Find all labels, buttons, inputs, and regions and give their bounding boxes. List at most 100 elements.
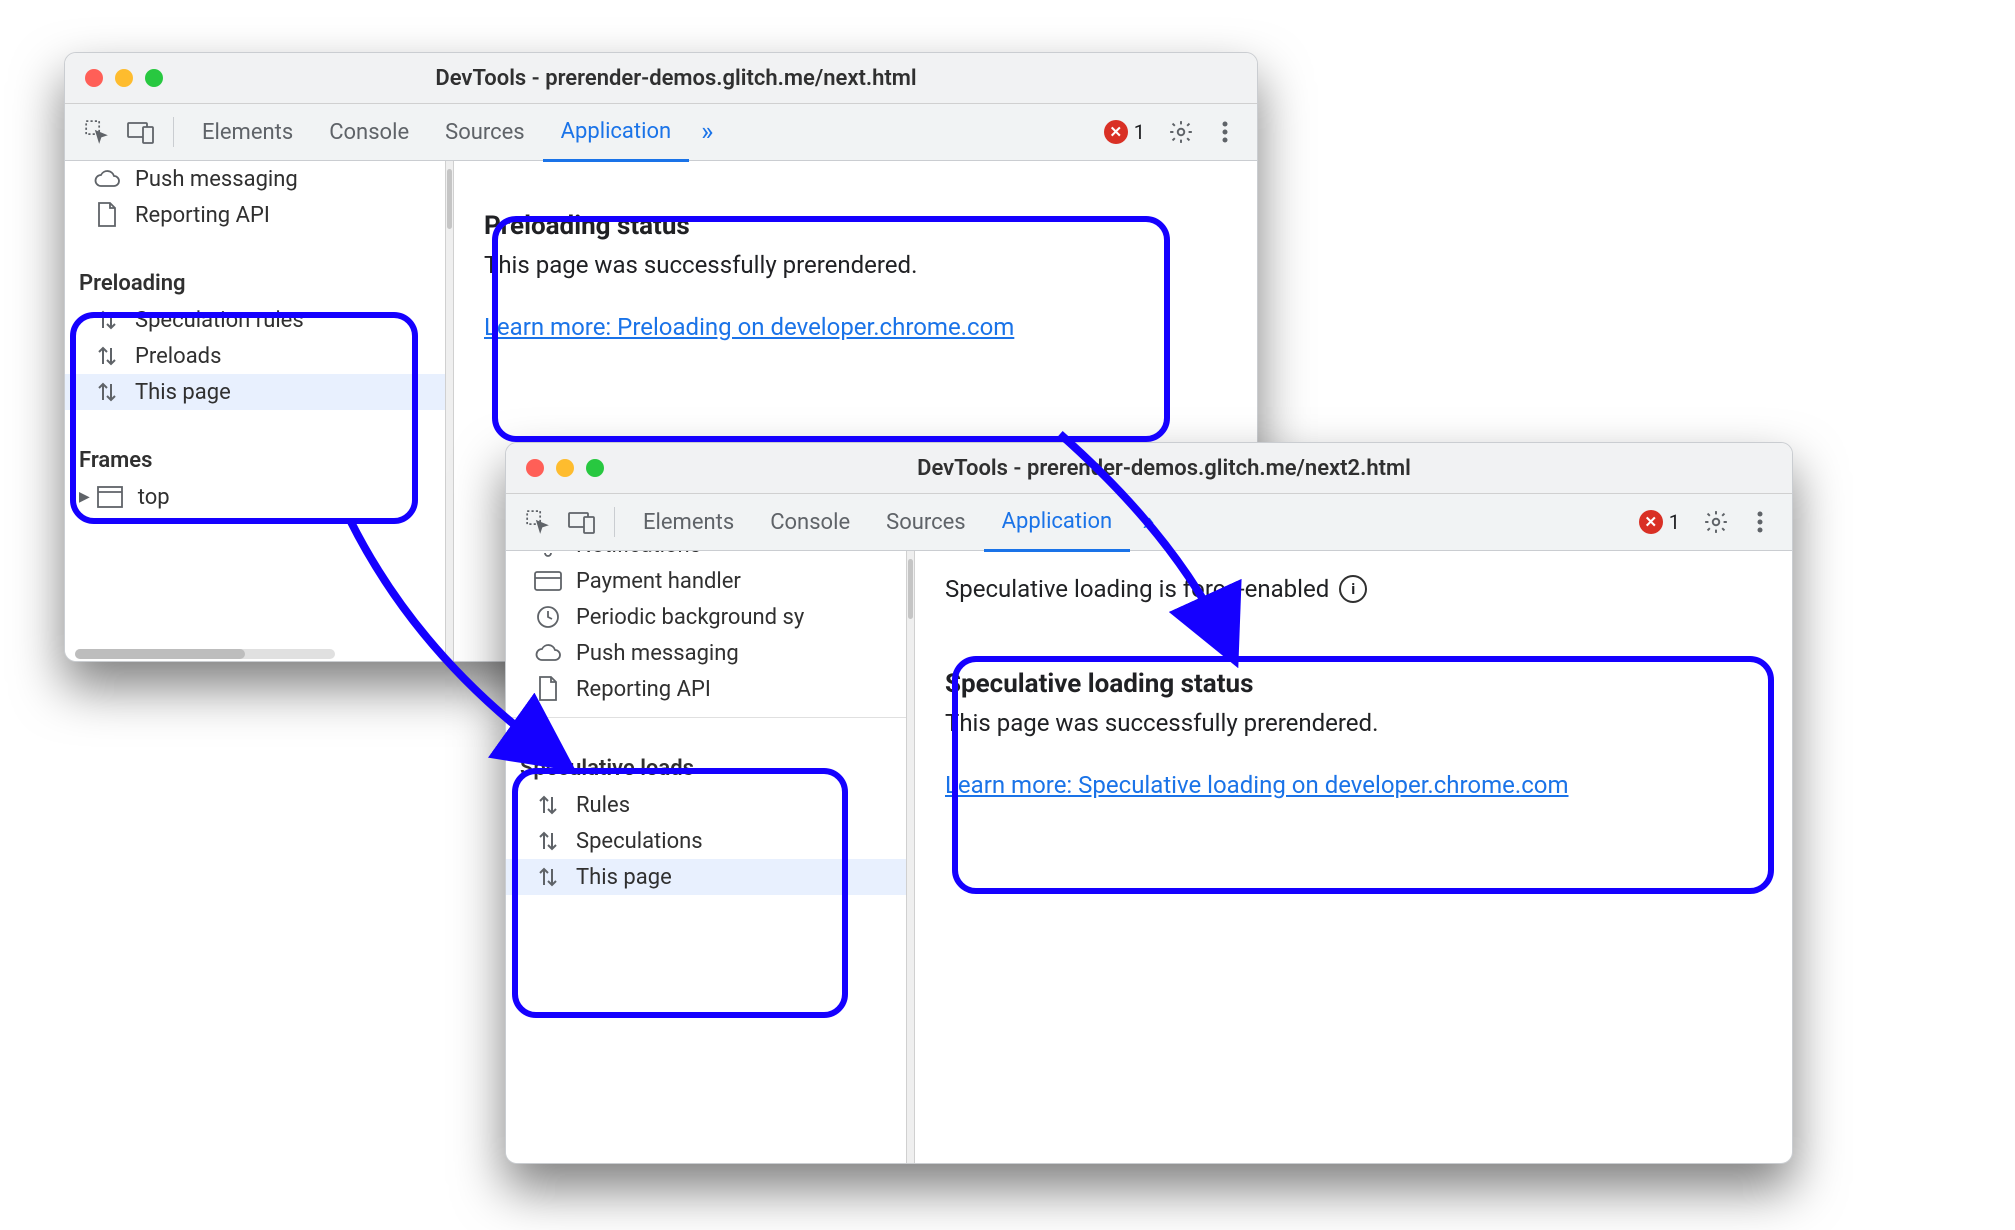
settings-gear-icon[interactable] <box>1163 114 1199 150</box>
window-minimize-button[interactable] <box>556 459 574 477</box>
arrows-updown-icon <box>93 378 121 406</box>
sidebar-item-label: Speculation rules <box>135 308 304 333</box>
force-enabled-status: Speculative loading is force-enabled i <box>945 575 1762 603</box>
tab-console[interactable]: Console <box>311 104 427 160</box>
sidebar-item-speculations[interactable]: Speculations <box>506 823 906 859</box>
pane-resizer[interactable] <box>445 161 454 662</box>
error-count[interactable]: ✕ 1 <box>1639 510 1680 534</box>
sidebar-item-label: Reporting API <box>135 203 270 228</box>
kebab-menu-icon[interactable] <box>1742 504 1778 540</box>
preloading-status-heading: Preloading status <box>484 211 1227 241</box>
speculative-loading-status-text: This page was successfully prerendered. <box>945 709 1762 737</box>
learn-more-link[interactable]: Learn more: Preloading on developer.chro… <box>484 313 1014 341</box>
sidebar-item-label: This page <box>576 865 672 890</box>
tab-elements[interactable]: Elements <box>625 494 752 550</box>
more-tabs-button[interactable]: » <box>689 117 725 147</box>
sidebar-item-payment-handler[interactable]: Payment handler <box>506 563 906 599</box>
tab-application[interactable]: Application <box>984 493 1130 552</box>
clock-icon <box>534 603 562 631</box>
titlebar: DevTools - prerender-demos.glitch.me/nex… <box>506 443 1792 494</box>
cloud-icon <box>534 639 562 667</box>
info-icon[interactable]: i <box>1339 575 1367 603</box>
window-frame-icon <box>96 483 124 511</box>
inspect-element-icon[interactable] <box>520 504 556 540</box>
learn-more-link[interactable]: Learn more: Speculative loading on devel… <box>945 771 1569 799</box>
sidebar-item-notifications[interactable]: Notifications <box>506 551 906 563</box>
pane-resizer[interactable] <box>906 551 915 1164</box>
sidebar-item-reporting-api[interactable]: Reporting API <box>65 197 445 233</box>
sidebar-section-frames[interactable]: Frames <box>65 440 445 479</box>
window-zoom-button[interactable] <box>586 459 604 477</box>
device-toolbar-icon[interactable] <box>564 504 600 540</box>
devtools-window-2: DevTools - prerender-demos.glitch.me/nex… <box>505 442 1793 1164</box>
devtools-toolbar: Elements Console Sources Application » ✕… <box>65 104 1257 161</box>
sidebar-item-label: This page <box>135 380 231 405</box>
separator <box>614 507 615 537</box>
tab-console[interactable]: Console <box>752 494 868 550</box>
arrows-updown-icon <box>534 827 562 855</box>
sidebar-item-push-messaging[interactable]: Push messaging <box>65 161 445 197</box>
tab-sources[interactable]: Sources <box>427 104 543 160</box>
sidebar-item-this-page[interactable]: This page <box>65 374 445 410</box>
preloading-status-text: This page was successfully prerendered. <box>484 251 1227 279</box>
status-text: Speculative loading is force-enabled <box>945 575 1329 603</box>
sidebar-item-label: Periodic background sy <box>576 605 804 630</box>
sidebar-item-top-frame[interactable]: ▶ top <box>65 479 445 515</box>
sidebar-item-reporting-api[interactable]: Reporting API <box>506 671 906 707</box>
sidebar-item-label: Push messaging <box>576 641 739 666</box>
tab-application[interactable]: Application <box>543 103 689 162</box>
more-tabs-button[interactable]: » <box>1130 507 1166 537</box>
disclosure-triangle-icon: ▶ <box>79 489 90 505</box>
sidebar-item-preloads[interactable]: Preloads <box>65 338 445 374</box>
sidebar-item-rules[interactable]: Rules <box>506 787 906 823</box>
sidebar-section-preloading[interactable]: Preloading <box>65 263 445 302</box>
window-minimize-button[interactable] <box>115 69 133 87</box>
error-count[interactable]: ✕ 1 <box>1104 120 1145 144</box>
device-toolbar-icon[interactable] <box>123 114 159 150</box>
sidebar-item-label: Rules <box>576 793 630 818</box>
error-icon: ✕ <box>1104 120 1128 144</box>
titlebar: DevTools - prerender-demos.glitch.me/nex… <box>65 53 1257 104</box>
kebab-menu-icon[interactable] <box>1207 114 1243 150</box>
canvas: DevTools - prerender-demos.glitch.me/nex… <box>0 0 2015 1230</box>
window-close-button[interactable] <box>526 459 544 477</box>
bell-icon <box>534 551 562 559</box>
devtools-body: Notifications Payment handler Periodic b… <box>506 551 1792 1164</box>
tab-sources[interactable]: Sources <box>868 494 984 550</box>
horizontal-scrollbar[interactable] <box>75 649 335 659</box>
sidebar-item-label: Push messaging <box>135 167 298 192</box>
sidebar-item-push-messaging[interactable]: Push messaging <box>506 635 906 671</box>
sidebar-section-speculative-loads[interactable]: Speculative loads <box>506 748 906 787</box>
tab-elements[interactable]: Elements <box>184 104 311 160</box>
sidebar-item-label: Payment handler <box>576 569 741 594</box>
credit-card-icon <box>534 567 562 595</box>
sidebar-item-label: Notifications <box>576 551 701 558</box>
window-zoom-button[interactable] <box>145 69 163 87</box>
error-count-value: 1 <box>1134 120 1145 144</box>
settings-gear-icon[interactable] <box>1698 504 1734 540</box>
sidebar-item-label: Reporting API <box>576 677 711 702</box>
application-sidebar: Push messaging Reporting API Preloading … <box>65 161 445 662</box>
sidebar-item-label: Preloads <box>135 344 221 369</box>
application-panel-content: Speculative loading is force-enabled i S… <box>915 551 1792 1164</box>
sidebar-item-periodic-bg-sync[interactable]: Periodic background sy <box>506 599 906 635</box>
arrows-updown-icon <box>534 791 562 819</box>
window-title: DevTools - prerender-demos.glitch.me/nex… <box>175 66 1237 91</box>
sidebar-item-speculation-rules[interactable]: Speculation rules <box>65 302 445 338</box>
arrows-updown-icon <box>93 342 121 370</box>
window-title: DevTools - prerender-demos.glitch.me/nex… <box>616 456 1772 481</box>
sidebar-item-this-page[interactable]: This page <box>506 859 906 895</box>
cloud-icon <box>93 165 121 193</box>
error-icon: ✕ <box>1639 510 1663 534</box>
sidebar-item-label: Speculations <box>576 829 703 854</box>
sidebar-item-label: top <box>138 485 170 510</box>
separator <box>173 117 174 147</box>
document-icon <box>93 201 121 229</box>
arrows-updown-icon <box>534 863 562 891</box>
devtools-toolbar: Elements Console Sources Application » ✕… <box>506 494 1792 551</box>
window-close-button[interactable] <box>85 69 103 87</box>
application-sidebar: Notifications Payment handler Periodic b… <box>506 551 906 1164</box>
error-count-value: 1 <box>1669 510 1680 534</box>
inspect-element-icon[interactable] <box>79 114 115 150</box>
document-icon <box>534 675 562 703</box>
